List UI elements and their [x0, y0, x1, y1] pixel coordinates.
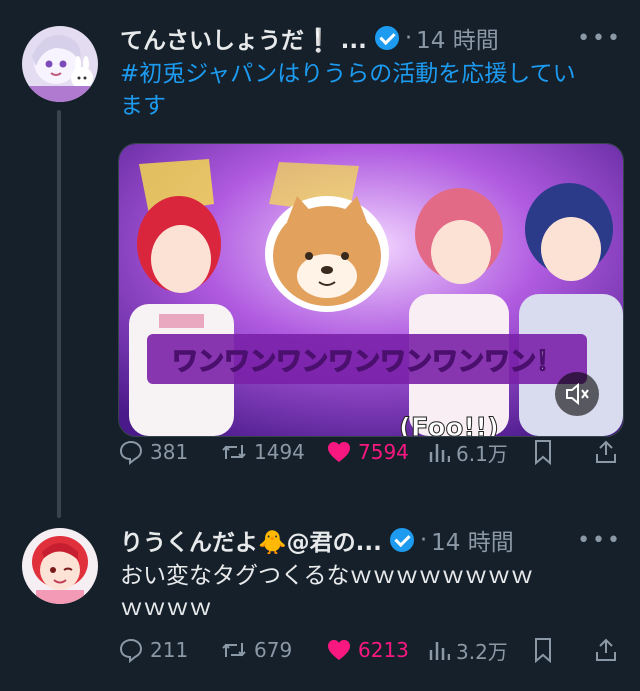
bookmark-icon: [535, 440, 551, 465]
tweet-1-display-name[interactable]: てんさいしょうだ❕ ...: [120, 21, 367, 55]
verified-badge-icon: [374, 26, 399, 50]
tweet-1-text-tail[interactable]: ます: [120, 93, 166, 119]
verified-badge-icon: [389, 528, 414, 552]
tweet-2-retweet-button[interactable]: 679: [220, 637, 292, 663]
tweet-1-timestamp[interactable]: 14 時間: [416, 21, 499, 55]
tweet-2-more-options-icon[interactable]: •••: [577, 528, 622, 553]
views-count: 3.2万: [456, 639, 508, 664]
retweet-icon: [222, 445, 246, 459]
tweet-1-more-options-icon[interactable]: •••: [577, 26, 622, 51]
thread-connector-line: [57, 110, 61, 518]
reply-count: 381: [150, 440, 189, 464]
tweet-2-separator: ·: [419, 527, 428, 553]
retweet-count: 679: [254, 638, 293, 662]
tweet-2-like-button[interactable]: 6213: [326, 638, 409, 662]
tweet-1-video[interactable]: ワンワンワンワンワンワンワン！ (Foo!!): [118, 143, 624, 437]
tweet-1-retweet-button[interactable]: 1494: [220, 439, 305, 465]
tweet-1-text: #初兎ジャパンはりうらの活動を応援してい ます: [120, 58, 620, 122]
tweet-2-share-button[interactable]: [594, 637, 618, 663]
retweet-icon: [222, 643, 246, 657]
share-icon: [596, 638, 616, 661]
tweet-1-views-button[interactable]: 6.1万: [428, 438, 508, 467]
tweet-2-bookmark-button[interactable]: [532, 637, 554, 663]
tweet-2-text: おい変なタグつくるなｗｗｗｗｗｗｗｗ ｗｗｗｗ: [120, 560, 620, 624]
views-count: 6.1万: [456, 441, 508, 466]
heart-filled-icon: [328, 640, 350, 660]
reply-icon: [119, 440, 143, 465]
tweet-1-separator: ·: [404, 25, 413, 51]
like-count: 6213: [358, 638, 409, 662]
tweet-1-like-button[interactable]: 7594: [326, 440, 409, 464]
reply-count: 211: [150, 638, 189, 662]
tweet-2-header: りうくんだよ🐥@君の... · 14 時間: [120, 524, 514, 556]
views-icon: [429, 642, 450, 660]
video-banner-text: ワンワンワンワンワンワンワン！: [172, 347, 562, 377]
tweet-1-share-button[interactable]: [594, 439, 618, 465]
tweet-1-avatar[interactable]: [22, 26, 98, 102]
share-icon: [596, 440, 616, 463]
reply-icon: [119, 638, 143, 663]
tweet-1-hashtag[interactable]: #初兎ジャパンはりうらの活動を応援してい: [120, 61, 576, 87]
tweet-2-views-button[interactable]: 3.2万: [428, 636, 508, 665]
like-count: 7594: [358, 440, 409, 464]
tweet-1-header: てんさいしょうだ❕ ... · 14 時間: [120, 22, 499, 54]
heart-filled-icon: [328, 442, 350, 462]
tweet-2-reply-button[interactable]: 211: [118, 637, 188, 663]
tweet-2-text-line-2: ｗｗｗｗ: [120, 595, 212, 621]
mute-icon[interactable]: [555, 372, 599, 416]
tweet-2-avatar[interactable]: [22, 528, 98, 604]
tweet-1-bookmark-button[interactable]: [532, 439, 554, 465]
video-caption-text: (Foo!!): [399, 413, 499, 436]
bookmark-icon: [535, 638, 551, 663]
views-icon: [429, 444, 450, 462]
tweet-2-timestamp[interactable]: 14 時間: [431, 523, 514, 557]
video-thumbnail: ワンワンワンワンワンワンワン！ (Foo!!): [119, 144, 623, 436]
tweet-2-text-line-1: おい変なタグつくるなｗｗｗｗｗｗｗｗ: [120, 563, 534, 589]
tweet-2-display-name[interactable]: りうくんだよ🐥@君の...: [120, 523, 382, 557]
retweet-count: 1494: [254, 440, 305, 464]
tweet-1-reply-button[interactable]: 381: [118, 439, 188, 465]
